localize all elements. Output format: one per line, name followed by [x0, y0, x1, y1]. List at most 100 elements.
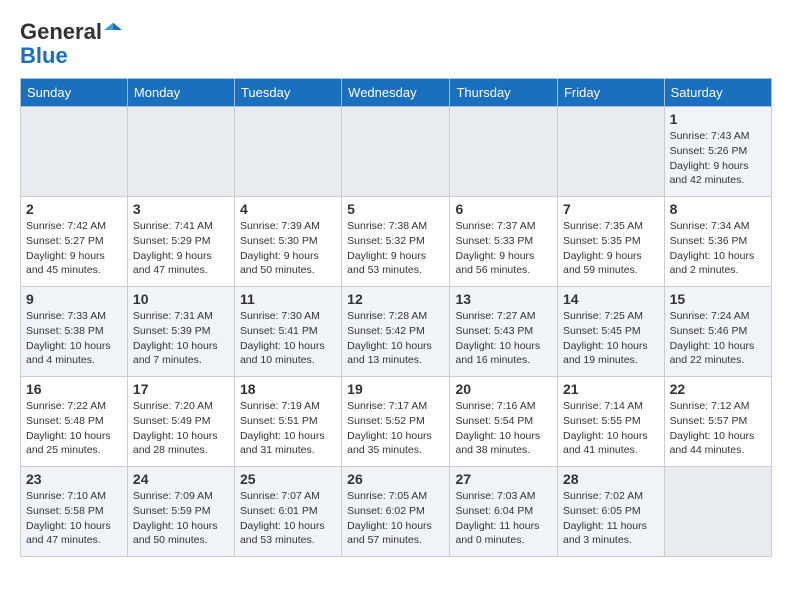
- day-info: Sunrise: 7:05 AM Sunset: 6:02 PM Dayligh…: [347, 489, 444, 548]
- page-header: General Blue: [20, 20, 772, 68]
- day-number: 19: [347, 381, 444, 397]
- day-number: 4: [240, 201, 336, 217]
- calendar-cell: 27 Sunrise: 7:03 AM Sunset: 6:04 PM Dayli…: [450, 467, 558, 557]
- calendar-cell: 14 Sunrise: 7:25 AM Sunset: 5:45 PM Dayli…: [557, 287, 664, 377]
- day-info: Sunrise: 7:12 AM Sunset: 5:57 PM Dayligh…: [670, 399, 766, 458]
- calendar-cell: 1Sunrise: 7:43 AM Sunset: 5:26 PM Daylig…: [664, 107, 771, 197]
- day-number: 10: [133, 291, 229, 307]
- day-info: Sunrise: 7:27 AM Sunset: 5:43 PM Dayligh…: [455, 309, 552, 368]
- calendar-cell: 21 Sunrise: 7:14 AM Sunset: 5:55 PM Dayli…: [557, 377, 664, 467]
- calendar-week-row: 2 Sunrise: 7:42 AM Sunset: 5:27 PM Daylig…: [21, 197, 772, 287]
- calendar-table: SundayMondayTuesdayWednesdayThursdayFrid…: [20, 78, 772, 557]
- logo-general: General: [20, 19, 102, 44]
- calendar-cell: 26 Sunrise: 7:05 AM Sunset: 6:02 PM Dayli…: [342, 467, 450, 557]
- calendar-cell: 20Sunrise: 7:16 AM Sunset: 5:54 PM Dayli…: [450, 377, 558, 467]
- calendar-header-row: SundayMondayTuesdayWednesdayThursdayFrid…: [21, 79, 772, 107]
- calendar-cell: [557, 107, 664, 197]
- calendar-cell: 9 Sunrise: 7:33 AM Sunset: 5:38 PM Daylig…: [21, 287, 128, 377]
- day-number: 26: [347, 471, 444, 487]
- day-info: Sunrise: 7:38 AM Sunset: 5:32 PM Dayligh…: [347, 219, 444, 278]
- day-info: Sunrise: 7:35 AM Sunset: 5:35 PM Dayligh…: [563, 219, 659, 278]
- day-info: Sunrise: 7:22 AM Sunset: 5:48 PM Dayligh…: [26, 399, 122, 458]
- day-number: 6: [455, 201, 552, 217]
- calendar-header-tuesday: Tuesday: [234, 79, 341, 107]
- calendar-cell: 22 Sunrise: 7:12 AM Sunset: 5:57 PM Dayli…: [664, 377, 771, 467]
- calendar-header-wednesday: Wednesday: [342, 79, 450, 107]
- calendar-week-row: 23 Sunrise: 7:10 AM Sunset: 5:58 PM Dayli…: [21, 467, 772, 557]
- day-number: 2: [26, 201, 122, 217]
- calendar-week-row: 9 Sunrise: 7:33 AM Sunset: 5:38 PM Daylig…: [21, 287, 772, 377]
- calendar-cell: 11 Sunrise: 7:30 AM Sunset: 5:41 PM Dayli…: [234, 287, 341, 377]
- day-number: 17: [133, 381, 229, 397]
- calendar-cell: 4 Sunrise: 7:39 AM Sunset: 5:30 PM Daylig…: [234, 197, 341, 287]
- day-number: 1: [670, 111, 766, 127]
- calendar-cell: 25 Sunrise: 7:07 AM Sunset: 6:01 PM Dayli…: [234, 467, 341, 557]
- calendar-cell: [234, 107, 341, 197]
- calendar-header-saturday: Saturday: [664, 79, 771, 107]
- day-info: Sunrise: 7:24 AM Sunset: 5:46 PM Dayligh…: [670, 309, 766, 368]
- logo-blue: Blue: [20, 43, 68, 68]
- day-number: 24: [133, 471, 229, 487]
- day-info: Sunrise: 7:39 AM Sunset: 5:30 PM Dayligh…: [240, 219, 336, 278]
- day-info: Sunrise: 7:25 AM Sunset: 5:45 PM Dayligh…: [563, 309, 659, 368]
- day-number: 7: [563, 201, 659, 217]
- day-info: Sunrise: 7:07 AM Sunset: 6:01 PM Dayligh…: [240, 489, 336, 548]
- day-info: Sunrise: 7:02 AM Sunset: 6:05 PM Dayligh…: [563, 489, 659, 548]
- calendar-cell: [342, 107, 450, 197]
- calendar-cell: 15 Sunrise: 7:24 AM Sunset: 5:46 PM Dayli…: [664, 287, 771, 377]
- calendar-cell: [21, 107, 128, 197]
- calendar-header-monday: Monday: [127, 79, 234, 107]
- calendar-week-row: 16 Sunrise: 7:22 AM Sunset: 5:48 PM Dayli…: [21, 377, 772, 467]
- day-info: Sunrise: 7:33 AM Sunset: 5:38 PM Dayligh…: [26, 309, 122, 368]
- day-info: Sunrise: 7:37 AM Sunset: 5:33 PM Dayligh…: [455, 219, 552, 278]
- calendar-cell: 3 Sunrise: 7:41 AM Sunset: 5:29 PM Daylig…: [127, 197, 234, 287]
- calendar-cell: 2 Sunrise: 7:42 AM Sunset: 5:27 PM Daylig…: [21, 197, 128, 287]
- calendar-cell: [664, 467, 771, 557]
- calendar-cell: [450, 107, 558, 197]
- day-info: Sunrise: 7:19 AM Sunset: 5:51 PM Dayligh…: [240, 399, 336, 458]
- day-number: 14: [563, 291, 659, 307]
- day-number: 27: [455, 471, 552, 487]
- calendar-cell: 12 Sunrise: 7:28 AM Sunset: 5:42 PM Dayli…: [342, 287, 450, 377]
- logo-bird-icon: [104, 21, 122, 39]
- calendar-cell: 7 Sunrise: 7:35 AM Sunset: 5:35 PM Daylig…: [557, 197, 664, 287]
- day-info: Sunrise: 7:20 AM Sunset: 5:49 PM Dayligh…: [133, 399, 229, 458]
- calendar-cell: 24Sunrise: 7:09 AM Sunset: 5:59 PM Dayli…: [127, 467, 234, 557]
- calendar-cell: 6 Sunrise: 7:37 AM Sunset: 5:33 PM Daylig…: [450, 197, 558, 287]
- day-number: 22: [670, 381, 766, 397]
- calendar-cell: 8Sunrise: 7:34 AM Sunset: 5:36 PM Daylig…: [664, 197, 771, 287]
- day-info: Sunrise: 7:41 AM Sunset: 5:29 PM Dayligh…: [133, 219, 229, 278]
- day-info: Sunrise: 7:31 AM Sunset: 5:39 PM Dayligh…: [133, 309, 229, 368]
- day-number: 12: [347, 291, 444, 307]
- day-number: 5: [347, 201, 444, 217]
- day-number: 15: [670, 291, 766, 307]
- day-number: 13: [455, 291, 552, 307]
- logo-text: General Blue: [20, 20, 122, 68]
- calendar-header-thursday: Thursday: [450, 79, 558, 107]
- day-number: 21: [563, 381, 659, 397]
- day-info: Sunrise: 7:17 AM Sunset: 5:52 PM Dayligh…: [347, 399, 444, 458]
- day-number: 8: [670, 201, 766, 217]
- day-number: 16: [26, 381, 122, 397]
- calendar-cell: 10 Sunrise: 7:31 AM Sunset: 5:39 PM Dayli…: [127, 287, 234, 377]
- day-number: 18: [240, 381, 336, 397]
- day-number: 9: [26, 291, 122, 307]
- calendar-cell: 19 Sunrise: 7:17 AM Sunset: 5:52 PM Dayli…: [342, 377, 450, 467]
- day-info: Sunrise: 7:14 AM Sunset: 5:55 PM Dayligh…: [563, 399, 659, 458]
- day-info: Sunrise: 7:42 AM Sunset: 5:27 PM Dayligh…: [26, 219, 122, 278]
- day-number: 28: [563, 471, 659, 487]
- day-info: Sunrise: 7:10 AM Sunset: 5:58 PM Dayligh…: [26, 489, 122, 548]
- day-info: Sunrise: 7:16 AM Sunset: 5:54 PM Dayligh…: [455, 399, 552, 458]
- calendar-header-sunday: Sunday: [21, 79, 128, 107]
- day-info: Sunrise: 7:30 AM Sunset: 5:41 PM Dayligh…: [240, 309, 336, 368]
- day-info: Sunrise: 7:03 AM Sunset: 6:04 PM Dayligh…: [455, 489, 552, 548]
- day-number: 25: [240, 471, 336, 487]
- day-number: 3: [133, 201, 229, 217]
- calendar-cell: [127, 107, 234, 197]
- day-number: 23: [26, 471, 122, 487]
- day-number: 11: [240, 291, 336, 307]
- day-info: Sunrise: 7:28 AM Sunset: 5:42 PM Dayligh…: [347, 309, 444, 368]
- logo: General Blue: [20, 20, 122, 68]
- calendar-week-row: 1Sunrise: 7:43 AM Sunset: 5:26 PM Daylig…: [21, 107, 772, 197]
- calendar-header-friday: Friday: [557, 79, 664, 107]
